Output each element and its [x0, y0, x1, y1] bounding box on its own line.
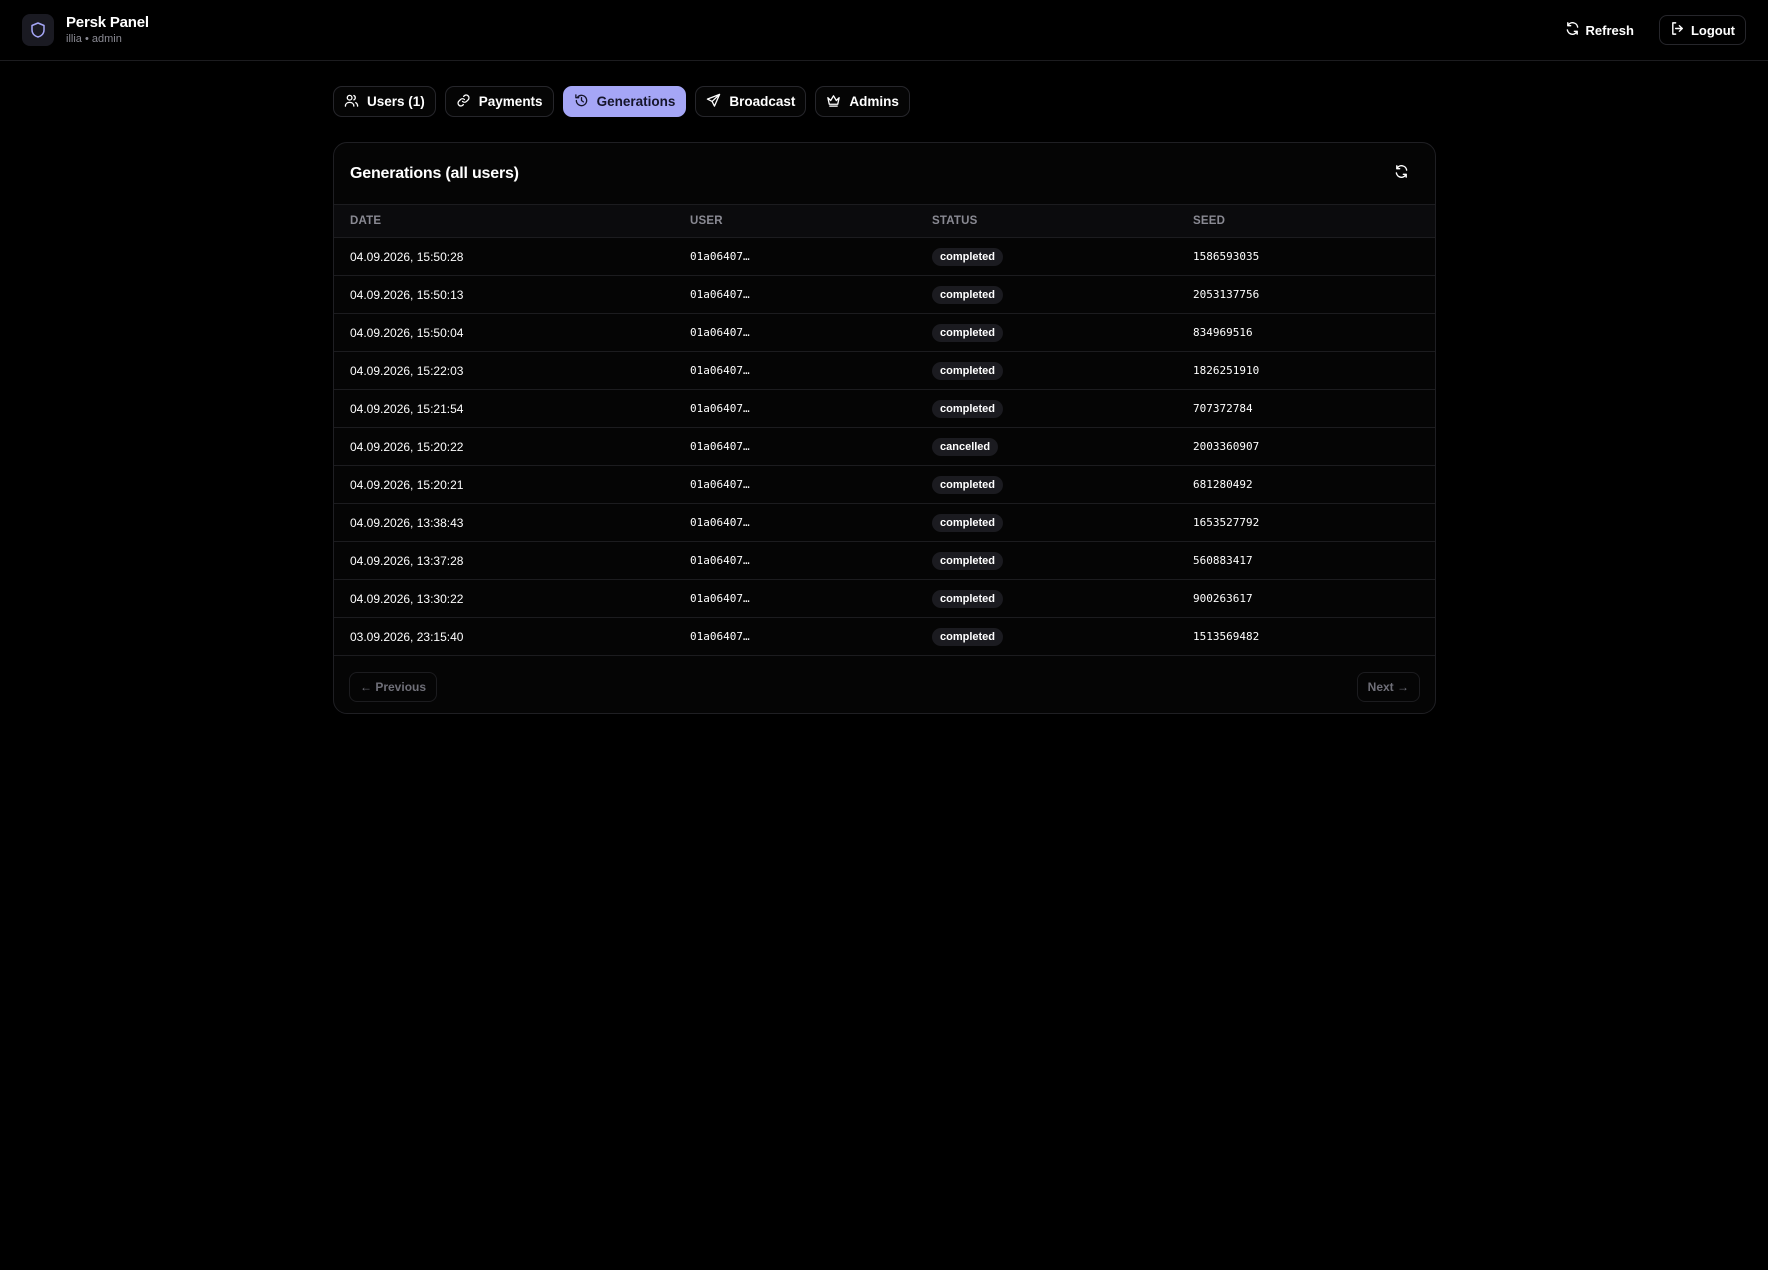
status-badge: completed [932, 247, 1004, 266]
cell-date: 04.09.2026, 13:37:28 [334, 541, 674, 580]
tab-users[interactable]: Users (1) [333, 86, 436, 117]
shield-icon [22, 14, 54, 46]
status-badge: completed [932, 399, 1004, 418]
tab-broadcast[interactable]: Broadcast [695, 86, 807, 117]
logout-button[interactable]: Logout [1658, 15, 1746, 45]
top-bar: Persk Panel illia • admin Refresh Logout [0, 0, 1768, 61]
tab-generations-label: Generations [596, 94, 676, 109]
cell-user: 01a06407… [674, 237, 916, 276]
refresh-icon [1394, 164, 1409, 184]
column-header-date: DATE [334, 204, 674, 238]
cell-date: 04.09.2026, 15:20:21 [334, 465, 674, 504]
history-icon [574, 93, 589, 111]
tab-generations[interactable]: Generations [562, 86, 687, 117]
status-badge: completed [932, 323, 1004, 342]
cell-date: 04.09.2026, 13:38:43 [334, 503, 674, 542]
card-title: Generations (all users) [350, 164, 519, 182]
table-row: 04.09.2026, 13:30:22 01a06407… completed… [334, 579, 1435, 618]
reload-button[interactable] [1387, 160, 1415, 188]
cell-date: 04.09.2026, 15:50:13 [334, 275, 674, 314]
cell-user: 01a06407… [674, 579, 916, 618]
table-row: 03.09.2026, 23:15:40 01a06407… completed… [334, 617, 1435, 656]
cell-user: 01a06407… [674, 351, 916, 390]
cell-seed: 707372784 [1177, 389, 1435, 428]
status-badge: completed [932, 627, 1004, 646]
status-badge: completed [932, 589, 1004, 608]
app-subtitle: illia • admin [66, 32, 122, 45]
cell-date: 04.09.2026, 15:22:03 [334, 351, 674, 390]
refresh-icon [1565, 21, 1580, 39]
cell-seed: 2003360907 [1177, 427, 1435, 466]
cell-seed: 1513569482 [1177, 617, 1435, 656]
tab-payments-label: Payments [478, 94, 543, 109]
previous-button[interactable]: ← Previous [349, 671, 438, 702]
table-header-row: DATE USER STATUS SEED [334, 204, 1435, 238]
status-badge: completed [932, 551, 1004, 570]
cell-seed: 900263617 [1177, 579, 1435, 618]
table-row: 04.09.2026, 15:20:21 01a06407… completed… [334, 465, 1435, 504]
cell-seed: 1826251910 [1177, 351, 1435, 390]
cell-seed: 681280492 [1177, 465, 1435, 504]
table-row: 04.09.2026, 15:50:28 01a06407… completed… [334, 237, 1435, 276]
crown-icon [826, 93, 841, 111]
table-row: 04.09.2026, 13:38:43 01a06407… completed… [334, 503, 1435, 542]
cell-user: 01a06407… [674, 465, 916, 504]
generations-card: Generations (all users) DATE USER STATUS… [333, 142, 1436, 714]
logout-label: Logout [1690, 22, 1735, 38]
tab-admins-label: Admins [849, 94, 899, 109]
cell-date: 04.09.2026, 15:50:04 [334, 313, 674, 352]
refresh-label: Refresh [1585, 22, 1634, 38]
table-row: 04.09.2026, 15:22:03 01a06407… completed… [334, 351, 1435, 390]
link-icon [456, 93, 471, 111]
brand: Persk Panel illia • admin [22, 14, 149, 47]
send-icon [706, 93, 721, 111]
cell-seed: 2053137756 [1177, 275, 1435, 314]
tab-users-label: Users (1) [367, 94, 425, 109]
tab-admins[interactable]: Admins [815, 86, 910, 117]
status-badge: completed [932, 285, 1004, 304]
cell-seed: 1653527792 [1177, 503, 1435, 542]
tab-broadcast-label: Broadcast [729, 94, 796, 109]
cell-user: 01a06407… [674, 275, 916, 314]
column-header-seed: SEED [1177, 204, 1435, 238]
cell-user: 01a06407… [674, 503, 916, 542]
status-badge: completed [932, 475, 1004, 494]
status-badge: completed [932, 361, 1004, 380]
logout-icon [1670, 21, 1685, 39]
pagination: ← Previous Next → [334, 656, 1435, 713]
cell-date: 03.09.2026, 23:15:40 [334, 617, 674, 656]
cell-user: 01a06407… [674, 313, 916, 352]
table-row: 04.09.2026, 15:50:13 01a06407… completed… [334, 275, 1435, 314]
cell-date: 04.09.2026, 15:50:28 [334, 237, 674, 276]
cell-user: 01a06407… [674, 427, 916, 466]
cell-seed: 560883417 [1177, 541, 1435, 580]
cell-date: 04.09.2026, 13:30:22 [334, 579, 674, 618]
refresh-button[interactable]: Refresh [1554, 15, 1645, 45]
generations-table: DATE USER STATUS SEED 04.09.2026, 15:50:… [334, 204, 1435, 656]
column-header-status: STATUS [916, 204, 1177, 238]
cell-date: 04.09.2026, 15:20:22 [334, 427, 674, 466]
cell-seed: 1586593035 [1177, 237, 1435, 276]
users-icon [344, 93, 359, 111]
app-title: Persk Panel [66, 13, 149, 31]
table-row: 04.09.2026, 15:21:54 01a06407… completed… [334, 389, 1435, 428]
cell-user: 01a06407… [674, 617, 916, 656]
cell-seed: 834969516 [1177, 313, 1435, 352]
tab-bar: Users (1) Payments Generations Broadcast… [333, 86, 910, 117]
tab-payments[interactable]: Payments [444, 86, 554, 117]
cell-user: 01a06407… [674, 389, 916, 428]
next-button[interactable]: Next → [1356, 671, 1420, 702]
cell-user: 01a06407… [674, 541, 916, 580]
table-row: 04.09.2026, 13:37:28 01a06407… completed… [334, 541, 1435, 580]
status-badge: cancelled [932, 437, 999, 456]
table-row: 04.09.2026, 15:20:22 01a06407… cancelled… [334, 427, 1435, 466]
column-header-user: USER [674, 204, 916, 238]
cell-date: 04.09.2026, 15:21:54 [334, 389, 674, 428]
status-badge: completed [932, 513, 1004, 532]
table-row: 04.09.2026, 15:50:04 01a06407… completed… [334, 313, 1435, 352]
